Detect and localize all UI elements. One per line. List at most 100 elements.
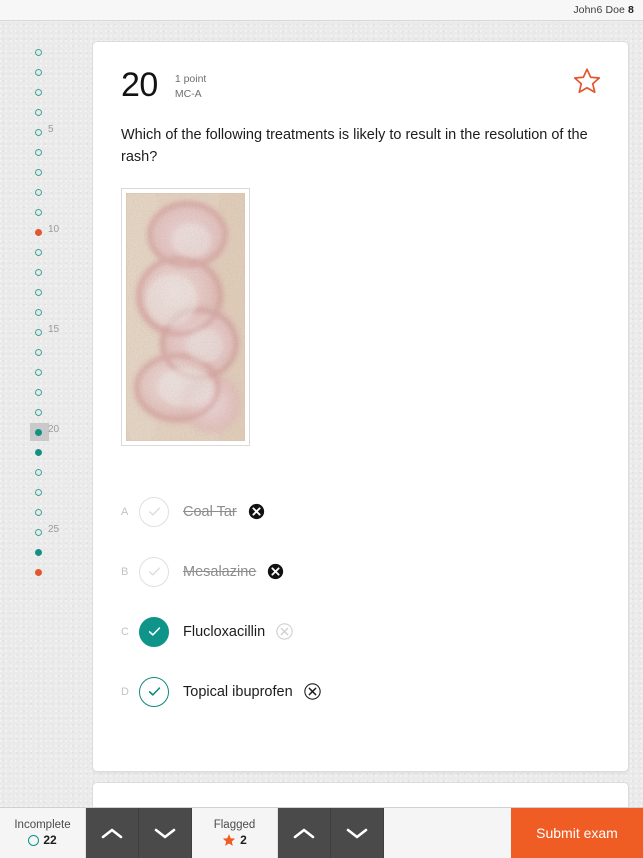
answer-option-c[interactable]: C Flucloxacillin: [93, 602, 628, 662]
rail-question-5[interactable]: 5: [0, 122, 86, 142]
rail-question-23[interactable]: [0, 482, 86, 502]
close-x-icon: [303, 683, 321, 700]
rail-question-15[interactable]: 15: [0, 322, 86, 342]
rail-dot-open[interactable]: [35, 289, 42, 296]
question-meta: 1 point MC-A: [175, 72, 207, 102]
rail-dot-open[interactable]: [35, 129, 42, 136]
eliminate-option-d-button[interactable]: [303, 683, 321, 700]
rail-question-9[interactable]: [0, 202, 86, 222]
rail-question-22[interactable]: [0, 462, 86, 482]
rail-dot-open[interactable]: [35, 329, 42, 336]
incomplete-label: Incomplete: [14, 819, 71, 831]
rail-question-10[interactable]: 10: [0, 222, 86, 242]
chevron-up-icon: [101, 828, 123, 838]
rail-dot-done[interactable]: [35, 429, 42, 436]
rail-dot-open[interactable]: [35, 49, 42, 56]
rail-label-5: 5: [48, 124, 54, 135]
rail-dot-flag[interactable]: [35, 229, 42, 236]
rail-dot-done[interactable]: [35, 549, 42, 556]
rail-label-15: 15: [48, 324, 60, 335]
option-label: Mesalazine: [183, 563, 257, 580]
rail-question-24[interactable]: [0, 502, 86, 522]
question-number: 20: [121, 66, 158, 104]
rail-question-2[interactable]: [0, 62, 86, 82]
rail-dot-open[interactable]: [35, 349, 42, 356]
next-incomplete-button[interactable]: [139, 808, 192, 858]
option-letter: C: [121, 625, 129, 638]
rail-question-6[interactable]: [0, 142, 86, 162]
rail-question-18[interactable]: [0, 382, 86, 402]
option-select-a-button[interactable]: [139, 496, 169, 527]
rail-dot-open[interactable]: [35, 369, 42, 376]
rail-dot-open[interactable]: [35, 309, 42, 316]
rail-dot-open[interactable]: [35, 409, 42, 416]
rail-question-27[interactable]: [0, 562, 86, 582]
rail-label-20: 20: [48, 424, 60, 435]
eliminate-option-a-button[interactable]: [248, 503, 265, 520]
eliminate-option-c-button[interactable]: [276, 623, 293, 640]
rail-question-14[interactable]: [0, 302, 86, 322]
rail-question-16[interactable]: [0, 342, 86, 362]
option-select-d-button[interactable]: [139, 676, 169, 707]
prev-incomplete-button[interactable]: [86, 808, 139, 858]
question-navigator-rail[interactable]: 5 10 15 20 25: [0, 21, 86, 807]
rail-dot-open[interactable]: [35, 189, 42, 196]
exam-scroll-area[interactable]: 5 10 15 20 25 20 1 point MC-A Which of the f…: [0, 21, 643, 807]
answer-option-b[interactable]: B Mesalazine: [93, 542, 628, 602]
answer-option-a[interactable]: A Coal Tar: [93, 482, 628, 542]
rail-question-26[interactable]: [0, 542, 86, 562]
rail-question-25[interactable]: 25: [0, 522, 86, 542]
rail-dot-done[interactable]: [35, 449, 42, 456]
rail-question-12[interactable]: [0, 262, 86, 282]
chevron-down-icon: [346, 828, 368, 838]
user-badge-count: 8: [628, 4, 634, 16]
user-info[interactable]: John6 Doe 8: [573, 4, 634, 16]
answer-options-list[interactable]: A Coal Tar B Mesalazine C Flucloxacillin D Topi…: [93, 482, 628, 722]
next-flagged-button[interactable]: [331, 808, 384, 858]
flagged-status: Flagged 2: [192, 808, 278, 858]
check-icon: [148, 567, 160, 576]
rail-dot-open[interactable]: [35, 249, 42, 256]
rail-dot-open[interactable]: [35, 89, 42, 96]
rail-question-4[interactable]: [0, 102, 86, 122]
top-user-bar: John6 Doe 8: [0, 0, 643, 21]
submit-exam-button[interactable]: Submit exam: [511, 808, 643, 858]
rail-question-7[interactable]: [0, 162, 86, 182]
rail-dot-flag[interactable]: [35, 569, 42, 576]
rail-dot-open[interactable]: [35, 269, 42, 276]
rail-question-21[interactable]: [0, 442, 86, 462]
rail-question-3[interactable]: [0, 82, 86, 102]
answer-option-d[interactable]: D Topical ibuprofen: [93, 662, 628, 722]
eliminate-option-b-button[interactable]: [267, 563, 284, 580]
rail-dot-open[interactable]: [35, 69, 42, 76]
rail-dot-open[interactable]: [35, 509, 42, 516]
rail-question-8[interactable]: [0, 182, 86, 202]
rail-question-17[interactable]: [0, 362, 86, 382]
star-filled-icon: [223, 834, 236, 846]
rail-question-19[interactable]: [0, 402, 86, 422]
rail-dot-open[interactable]: [35, 469, 42, 476]
option-letter: D: [121, 685, 129, 698]
option-select-c-button[interactable]: [139, 616, 169, 647]
close-x-icon: [248, 503, 264, 520]
rail-dot-open[interactable]: [35, 389, 42, 396]
prev-flagged-button[interactable]: [278, 808, 331, 858]
rail-question-13[interactable]: [0, 282, 86, 302]
rail-dot-open[interactable]: [35, 209, 42, 216]
rail-dot-open[interactable]: [35, 169, 42, 176]
check-icon: [148, 507, 160, 516]
rail-dot-open[interactable]: [35, 149, 42, 156]
option-label: Flucloxacillin: [183, 623, 266, 640]
rail-question-1[interactable]: [0, 42, 86, 62]
next-question-card[interactable]: [92, 782, 629, 807]
rail-dot-open[interactable]: [35, 109, 42, 116]
star-outline-icon[interactable]: [572, 66, 602, 96]
rail-question-11[interactable]: [0, 242, 86, 262]
rail-question-20[interactable]: 20: [0, 422, 86, 442]
option-select-b-button[interactable]: [139, 556, 169, 587]
rail-dot-open[interactable]: [35, 489, 42, 496]
rail-dot-open[interactable]: [35, 529, 42, 536]
close-x-icon: [268, 563, 284, 580]
question-points: 1 point: [174, 73, 207, 85]
question-type-code: MC-A: [174, 88, 202, 101]
